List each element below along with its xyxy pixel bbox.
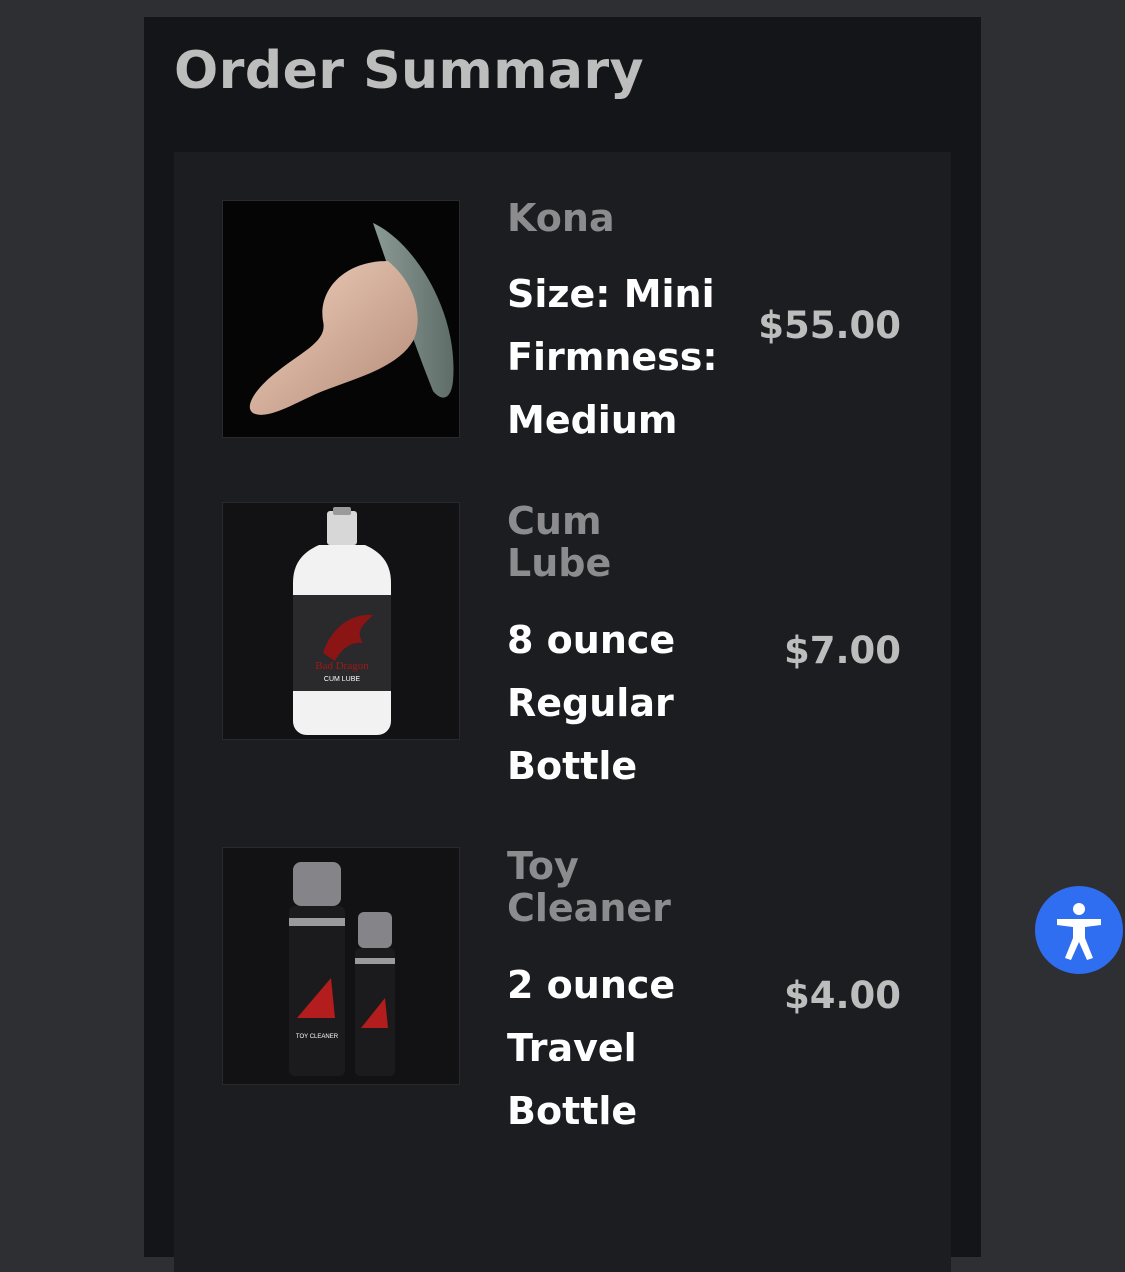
item-price: $4.00 [783,974,901,1017]
item-option: 8 ounce [507,618,676,662]
item-option: Travel [507,1026,637,1070]
lube-bottle-icon: Bad Dragon CUM LUBE [223,503,459,739]
lube-brand-text: Bad Dragon [315,660,369,672]
cleaner-label-text: TOY CLEANER [296,1034,339,1040]
item-option: 2 ounce [507,963,676,1007]
accessibility-icon [1057,903,1101,960]
lube-label-text: CUM LUBE [324,676,361,683]
cleaner-bottles-icon: TOY CLEANER [223,848,459,1084]
item-option: Medium [507,398,678,442]
order-items-list: Kona Size: Mini Firmness: Medium $55.00 … [174,152,951,1272]
item-name: Cum Lube [507,499,612,585]
product-image-toy-cleaner: TOY CLEANER [222,847,460,1085]
item-option: Bottle [507,1089,638,1133]
item-option: Size: Mini [507,272,715,316]
item-name: Kona [507,196,615,240]
item-price: $55.00 [758,304,901,347]
accessibility-button[interactable] [1035,886,1123,974]
product-image-cum-lube: Bad Dragon CUM LUBE [222,502,460,740]
item-price: $7.00 [783,629,901,672]
order-summary-panel: Order Summary Kona Size: Mini Firmness: … [144,17,981,1272]
page-title: Order Summary [174,41,645,101]
item-name: Toy Cleaner [507,844,671,930]
kona-product-icon [223,201,459,437]
item-option: Bottle [507,744,638,788]
item-option: Regular [507,681,674,725]
item-option: Firmness: [507,335,718,379]
product-image-kona [222,200,460,438]
